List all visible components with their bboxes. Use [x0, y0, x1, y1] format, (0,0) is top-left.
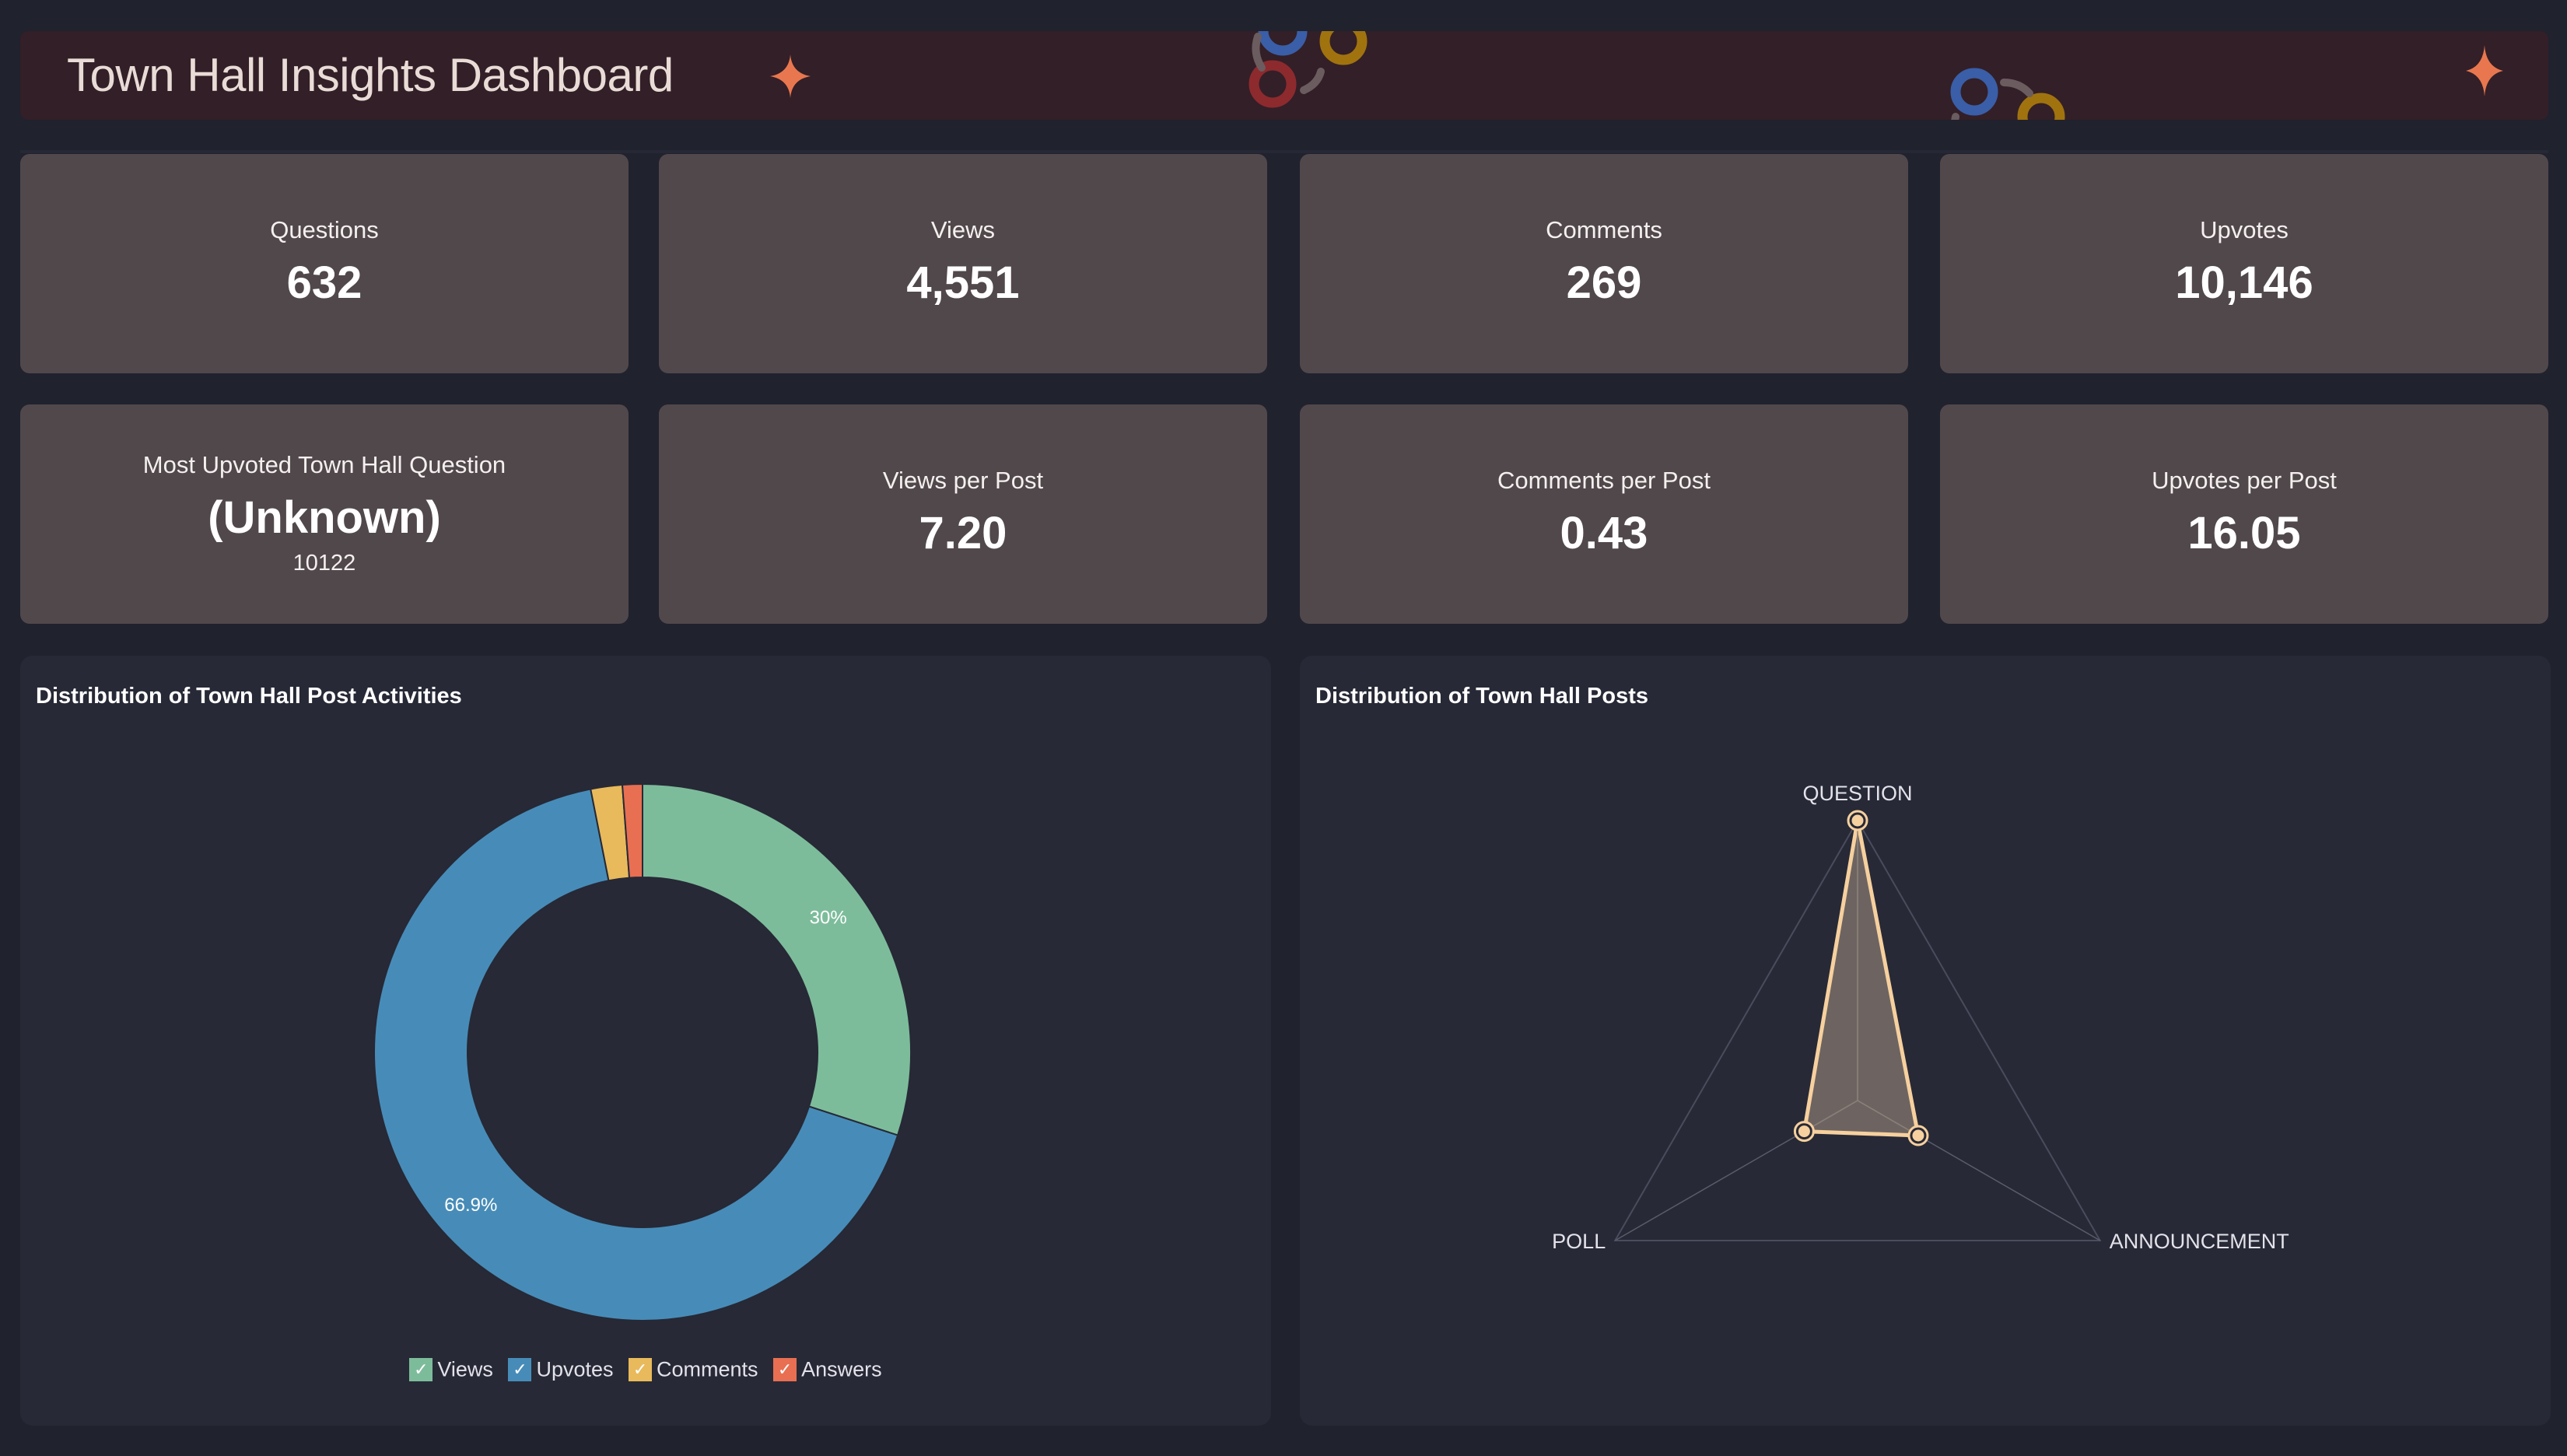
donut-chart: 30% 66.9%: [373, 782, 912, 1321]
kpi-card-questions: Questions 632: [20, 154, 629, 373]
kpi-value: 632: [286, 257, 362, 308]
kpi-label: Upvotes: [2200, 216, 2289, 243]
legend-checkbox[interactable]: ✓: [409, 1357, 433, 1381]
kpi-value: (Unknown): [208, 492, 441, 543]
kpi-card-comments: Comments 269: [1300, 154, 1908, 373]
kpi-label: Questions: [270, 216, 379, 243]
radar-axis-label: ANNOUNCEMENT: [2110, 1230, 2289, 1253]
legend-item-answers[interactable]: ✓ Answers: [773, 1356, 882, 1381]
kpi-card-upvotes-per-post: Upvotes per Post 16.05: [1940, 404, 2548, 624]
kpi-value: 7.20: [919, 508, 1007, 558]
kpi-value: 269: [1566, 257, 1642, 308]
legend-item-comments[interactable]: ✓ Comments: [629, 1356, 758, 1381]
legend-label: Upvotes: [536, 1357, 614, 1381]
legend-checkbox[interactable]: ✓: [773, 1357, 797, 1381]
donut-slice-views[interactable]: [642, 782, 912, 1136]
legend-checkbox[interactable]: ✓: [508, 1357, 532, 1381]
decorative-rings-icon: [1950, 68, 2065, 120]
kpi-card-views-per-post: Views per Post 7.20: [659, 404, 1267, 624]
radar-point-poll[interactable]: [1795, 1123, 1812, 1140]
page-title: Town Hall Insights Dashboard: [67, 49, 674, 101]
donut-data-label: 30%: [810, 908, 847, 929]
chart-legend: ✓ Views ✓ Upvotes ✓ Comments ✓ Answers: [20, 1356, 1271, 1381]
kpi-label: Comments per Post: [1497, 467, 1711, 494]
kpi-card-views: Views 4,551: [659, 154, 1267, 373]
kpi-card-most-upvoted-question: Most Upvoted Town Hall Question (Unknown…: [20, 404, 629, 624]
header-divider: [20, 150, 2548, 153]
dashboard-header: Town Hall Insights Dashboard: [20, 31, 2548, 120]
kpi-label: Views per Post: [882, 467, 1044, 494]
legend-label: Comments: [657, 1357, 758, 1381]
legend-label: Answers: [801, 1357, 882, 1381]
posts-chart-panel: Distribution of Town Hall Posts QUESTION…: [1300, 656, 2551, 1426]
radar-axis-label: POLL: [1552, 1230, 1606, 1253]
sparkle-icon: [2466, 45, 2503, 96]
kpi-label: Most Upvoted Town Hall Question: [142, 451, 506, 478]
kpi-label: Upvotes per Post: [2152, 467, 2337, 494]
donut-data-label: 66.9%: [444, 1195, 497, 1216]
sparkle-icon: [770, 54, 811, 98]
legend-item-upvotes[interactable]: ✓ Upvotes: [508, 1356, 614, 1381]
radar-point-question[interactable]: [1849, 812, 1866, 829]
kpi-value: 16.05: [2187, 508, 2301, 558]
legend-checkbox[interactable]: ✓: [629, 1357, 653, 1381]
kpi-card-comments-per-post: Comments per Post 0.43: [1300, 404, 1908, 624]
legend-label: Views: [437, 1357, 493, 1381]
kpi-label: Comments: [1546, 216, 1662, 243]
decorative-rings-icon: [1248, 31, 1368, 108]
kpi-label: Views: [930, 216, 996, 243]
kpi-subvalue: 10122: [292, 551, 356, 576]
radar-point-announcement[interactable]: [1910, 1127, 1927, 1144]
legend-item-views[interactable]: ✓ Views: [409, 1356, 493, 1381]
kpi-card-upvotes: Upvotes 10,146: [1940, 154, 2548, 373]
kpi-value: 4,551: [906, 257, 1020, 308]
radar-series-area: [1802, 818, 1921, 1138]
kpi-value: 10,146: [2175, 257, 2313, 308]
activities-chart-panel: Distribution of Town Hall Post Activitie…: [20, 656, 1271, 1426]
kpi-value: 0.43: [1560, 508, 1648, 558]
radar-axis-label: QUESTION: [1802, 782, 1912, 805]
radar-chart: QUESTION ANNOUNCEMENT POLL: [1552, 782, 2289, 1253]
